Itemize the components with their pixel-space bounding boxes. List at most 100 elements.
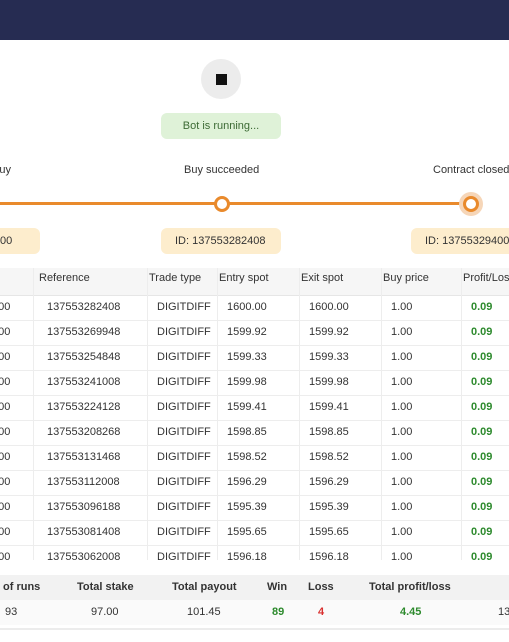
table-row: 500 137553062008 DIGITDIFF 1596.18 1596.18 1.… xyxy=(0,545,509,560)
cell-entry: 1600.00 xyxy=(227,301,267,313)
cell-exit: 1599.41 xyxy=(309,401,349,413)
cell-entry: 1599.92 xyxy=(227,326,267,338)
cell-buy: 1.00 xyxy=(391,451,413,463)
step-node-contract-closed xyxy=(463,196,479,212)
cell-ref: 137553131468 xyxy=(47,451,121,463)
cell-pl: 0.09 xyxy=(471,526,493,538)
cell-ref: 137553062008 xyxy=(47,551,121,560)
cell-type: DIGITDIFF xyxy=(157,401,211,413)
cell-entry: 1598.52 xyxy=(227,451,267,463)
summary-table: of runs Total stake Total payout Win Los… xyxy=(0,575,509,625)
cell-buy: 1.00 xyxy=(391,426,413,438)
column-header-entry-spot: Entry spot xyxy=(219,272,269,284)
cell-pl: 0.09 xyxy=(471,326,493,338)
table-row: 500 137553241008 DIGITDIFF 1599.98 1599.98 1.… xyxy=(0,370,509,396)
summary-header-total-stake: Total stake xyxy=(77,575,134,600)
cell-exit: 1599.33 xyxy=(309,351,349,363)
bottom-divider xyxy=(0,628,509,630)
summary-header-runs: of runs xyxy=(3,575,41,600)
cell-ref: 137553081408 xyxy=(47,526,121,538)
cell-pl: 0.09 xyxy=(471,301,493,313)
cell-ref: 137553224128 xyxy=(47,401,121,413)
cell-entry: 1599.98 xyxy=(227,376,267,388)
step-label-contract-closed: Contract closed xyxy=(433,164,509,176)
cell-exit: 1598.85 xyxy=(309,426,349,438)
transactions-table: Reference Trade type Entry spot Exit spo… xyxy=(0,268,509,560)
summary-payout-value: 101.45 xyxy=(187,606,221,618)
bot-status-badge: Bot is running... xyxy=(161,113,281,139)
cell-left: 500 xyxy=(0,326,11,338)
cell-pl: 0.09 xyxy=(471,426,493,438)
cell-type: DIGITDIFF xyxy=(157,451,211,463)
cell-entry: 1596.29 xyxy=(227,476,267,488)
column-header-trade-type: Trade type xyxy=(149,272,202,284)
cell-type: DIGITDIFF xyxy=(157,526,211,538)
column-divider xyxy=(147,268,148,560)
column-divider xyxy=(299,268,300,560)
cell-buy: 1.00 xyxy=(391,351,413,363)
cell-exit: 1598.52 xyxy=(309,451,349,463)
cell-entry: 1595.39 xyxy=(227,501,267,513)
top-header-bar xyxy=(0,0,509,40)
progress-track xyxy=(0,202,470,205)
table-header-row: Reference Trade type Entry spot Exit spo… xyxy=(0,268,509,296)
cell-type: DIGITDIFF xyxy=(157,476,211,488)
cell-exit: 1596.29 xyxy=(309,476,349,488)
stop-icon xyxy=(216,74,227,85)
table-row: 500 137553131468 DIGITDIFF 1598.52 1598.52 1.… xyxy=(0,445,509,471)
table-row: 500 137553096188 DIGITDIFF 1595.39 1595.39 1.… xyxy=(0,495,509,521)
cell-buy: 1.00 xyxy=(391,526,413,538)
cell-left: 500 xyxy=(0,526,11,538)
cell-buy: 1.00 xyxy=(391,551,413,560)
cell-type: DIGITDIFF xyxy=(157,376,211,388)
buy-succeeded-id-pill: ID: 137553282408 xyxy=(161,228,281,254)
cell-entry: 1596.18 xyxy=(227,551,267,560)
cell-pl: 0.09 xyxy=(471,376,493,388)
cell-type: DIGITDIFF xyxy=(157,301,211,313)
summary-win-value: 89 xyxy=(272,606,285,618)
cell-type: DIGITDIFF xyxy=(157,426,211,438)
cell-pl: 0.09 xyxy=(471,351,493,363)
cell-ref: 137553096188 xyxy=(47,501,121,513)
column-header-buy-price: Buy price xyxy=(383,272,429,284)
cell-left: 500 xyxy=(0,426,11,438)
summary-extra-value: 13 xyxy=(498,606,509,618)
cell-ref: 137553282408 xyxy=(47,301,121,313)
cell-exit: 1600.00 xyxy=(309,301,349,313)
summary-profit-value: 4.45 xyxy=(400,606,422,618)
cell-exit: 1595.65 xyxy=(309,526,349,538)
cell-exit: 1599.98 xyxy=(309,376,349,388)
cell-buy: 1.00 xyxy=(391,501,413,513)
table-row: 500 137553208268 DIGITDIFF 1598.85 1598.85 1.… xyxy=(0,420,509,446)
cell-buy: 1.00 xyxy=(391,326,413,338)
cell-pl: 0.09 xyxy=(471,501,493,513)
cell-type: DIGITDIFF xyxy=(157,501,211,513)
cell-buy: 1.00 xyxy=(391,376,413,388)
cell-type: DIGITDIFF xyxy=(157,551,211,560)
cell-entry: 1598.85 xyxy=(227,426,267,438)
cell-ref: 137553208268 xyxy=(47,426,121,438)
cell-exit: 1596.18 xyxy=(309,551,349,560)
stop-bot-button[interactable] xyxy=(201,59,241,99)
step-label-buy: Buy xyxy=(0,164,11,176)
summary-loss-value: 4 xyxy=(318,606,325,618)
cell-ref: 137553112008 xyxy=(47,476,120,488)
header-divider xyxy=(0,40,509,44)
table-row: 500 137553282408 DIGITDIFF 1600.00 1600.00 1.… xyxy=(0,295,509,321)
cell-buy: 1.00 xyxy=(391,476,413,488)
table-row: 500 137553269948 DIGITDIFF 1599.92 1599.92 1.… xyxy=(0,320,509,346)
column-divider xyxy=(381,268,382,560)
cell-pl: 0.09 xyxy=(471,401,493,413)
cell-left: 500 xyxy=(0,476,11,488)
summary-header-total-profit-loss: Total profit/loss xyxy=(369,575,451,600)
cell-pl: 0.09 xyxy=(471,551,493,560)
cell-left: 500 xyxy=(0,351,11,363)
summary-header-total-payout: Total payout xyxy=(172,575,237,600)
cell-left: 500 xyxy=(0,451,11,463)
cell-entry: 1599.41 xyxy=(227,401,267,413)
summary-runs-value: 93 xyxy=(5,606,18,618)
cell-type: DIGITDIFF xyxy=(157,351,211,363)
column-divider xyxy=(461,268,462,560)
cell-left: 500 xyxy=(0,551,11,560)
cell-buy: 1.00 xyxy=(391,401,413,413)
